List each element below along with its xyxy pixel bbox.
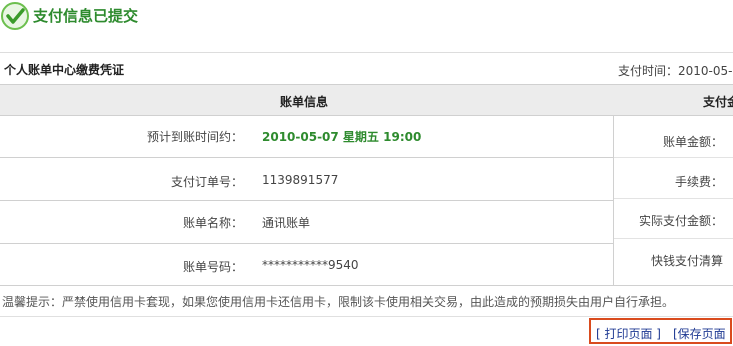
divider <box>0 52 733 53</box>
bill-info-heading: 账单信息 <box>280 95 329 109</box>
table-row: 账单号码： ***********9540 <box>0 244 613 286</box>
check-circle-icon <box>1 2 29 30</box>
table-header <box>0 85 733 116</box>
table-row: 支付订单号： 1139891577 <box>0 158 613 201</box>
row-label: 实际支付金额： <box>638 214 723 228</box>
row-label: 账单号码： <box>182 260 243 274</box>
divider <box>0 316 733 317</box>
bill-info-section: 预计到账时间约： 2010-05-07 星期五 19:00 支付订单号： 113… <box>0 115 614 285</box>
warning-tip: 温馨提示：严禁使用信用卡套现，如果您使用信用卡还信用卡，限制该卡使用相关交易，由… <box>2 295 675 309</box>
row-label: 账单金额： <box>662 135 723 149</box>
row-label: 支付订单号： <box>170 175 243 189</box>
divider <box>614 198 733 199</box>
divider <box>0 285 733 286</box>
save-page-link[interactable]: [保存页面 <box>673 325 726 342</box>
payment-section: 账单金额： 手续费： 实际支付金额： 快钱支付清算 <box>614 115 733 285</box>
row-label: 手续费： <box>674 175 723 189</box>
payment-heading: 支付金 <box>703 95 733 109</box>
row-label: 快钱支付清算 <box>650 254 723 268</box>
arrival-time-value: 2010-05-07 星期五 19:00 <box>262 130 422 144</box>
page-actions: [ 打印页面 ] [保存页面 <box>589 318 732 344</box>
order-number-value: 1139891577 <box>262 173 339 187</box>
table-row: 账单名称： 通讯账单 <box>0 201 613 244</box>
bill-name-value: 通讯账单 <box>262 216 311 230</box>
voucher-title: 个人账单中心缴费凭证 <box>4 63 125 77</box>
row-label: 预计到账时间约： <box>146 130 243 144</box>
print-page-link[interactable]: [ 打印页面 ] <box>596 325 661 342</box>
row-label: 账单名称： <box>182 216 243 230</box>
divider <box>614 157 733 158</box>
pay-time: 支付时间：2010-05-0 <box>618 64 733 78</box>
divider <box>614 238 733 239</box>
table-row: 预计到账时间约： 2010-05-07 星期五 19:00 <box>0 115 613 158</box>
page-title: 支付信息已提交 <box>33 7 139 25</box>
bill-number-value: ***********9540 <box>262 258 359 272</box>
header-bar: 支付信息已提交 <box>0 0 733 52</box>
